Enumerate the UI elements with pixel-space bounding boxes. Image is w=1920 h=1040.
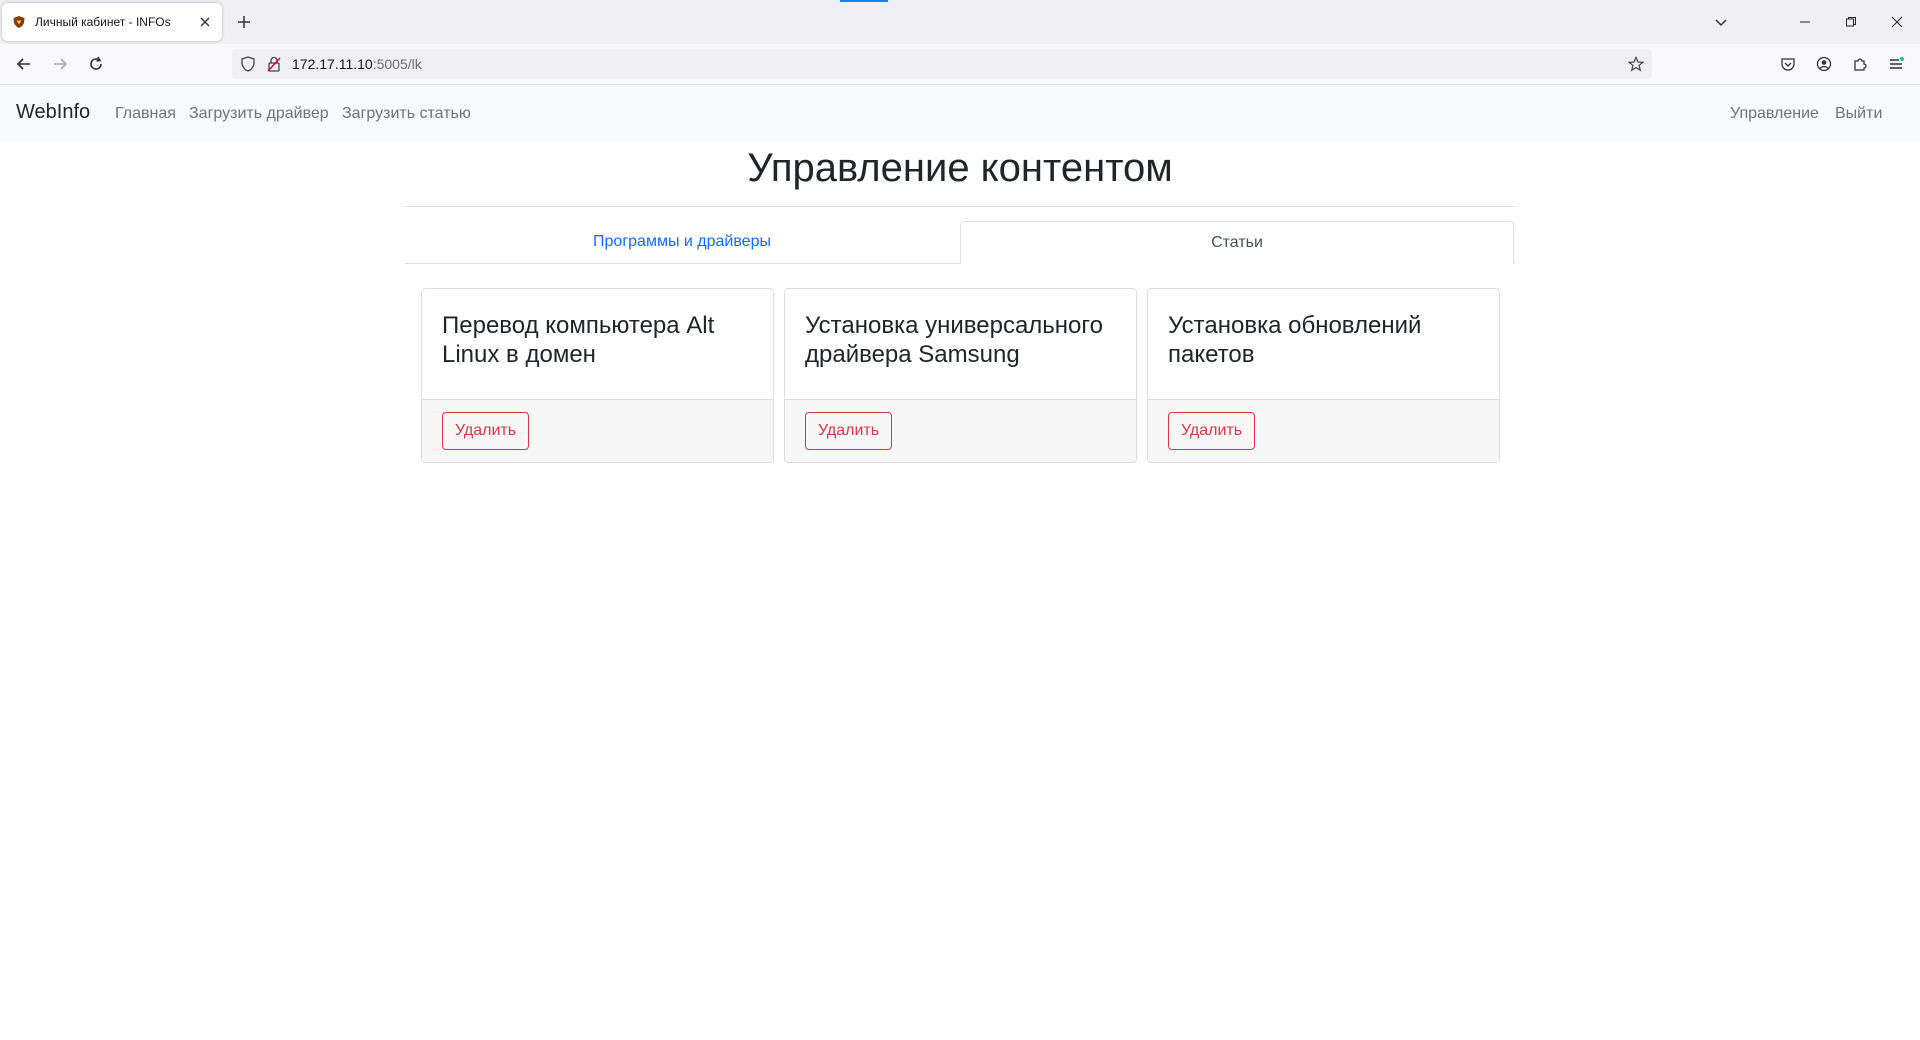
delete-button[interactable]: Удалить	[1168, 412, 1256, 450]
reload-icon[interactable]	[82, 50, 110, 78]
nav-logout-link[interactable]: Выйти	[1835, 105, 1882, 123]
article-card: Установка обновлений пакетов Удалить	[1147, 288, 1500, 463]
page-title: Управление контентом	[405, 140, 1515, 207]
browser-tab[interactable]: Личный кабинет - INFOs	[2, 3, 222, 41]
tracking-shield-icon[interactable]	[238, 54, 258, 74]
shield-favicon-icon	[11, 14, 27, 30]
nav-upload-article-link[interactable]: Загрузить статью	[342, 105, 471, 123]
restore-icon[interactable]	[1828, 6, 1874, 38]
address-bar[interactable]: 172.17.11.10:5005/lk	[232, 49, 1652, 79]
url-path: :5005/lk	[372, 56, 422, 72]
article-card-footer: Удалить	[1148, 399, 1499, 462]
brand-logo[interactable]: WebInfo	[16, 101, 90, 124]
nav-home-link[interactable]: Главная	[115, 105, 176, 123]
url-host: 172.17.11.10	[292, 56, 373, 72]
close-window-icon[interactable]	[1874, 6, 1920, 38]
extensions-puzzle-icon[interactable]	[1846, 50, 1874, 78]
account-icon[interactable]	[1810, 50, 1838, 78]
forward-arrow-icon[interactable]	[46, 50, 74, 78]
new-tab-icon[interactable]	[230, 8, 258, 36]
url-text: 172.17.11.10:5005/lk	[292, 56, 422, 72]
delete-button[interactable]: Удалить	[442, 412, 530, 450]
nav-upload-driver-link[interactable]: Загрузить драйвер	[189, 105, 329, 123]
article-card-footer: Удалить	[422, 399, 773, 462]
article-card-footer: Удалить	[785, 399, 1136, 462]
site-navbar: WebInfo Главная Загрузить драйвер Загруз…	[0, 85, 1920, 141]
tab-title: Личный кабинет - INFOs	[35, 15, 171, 29]
article-card-title: Перевод компьютера Alt Linux в домен	[442, 312, 715, 368]
article-card: Перевод компьютера Alt Linux в домен Уда…	[421, 288, 774, 463]
delete-button[interactable]: Удалить	[805, 412, 893, 450]
close-tab-icon[interactable]	[194, 11, 216, 33]
browser-toolbar: 172.17.11.10:5005/lk	[0, 44, 1920, 85]
content-tabs: Программы и драйверы Статьи	[405, 221, 1515, 264]
article-card-title: Установка универсального драйвера Samsun…	[805, 312, 1103, 368]
insecure-lock-icon[interactable]	[264, 54, 284, 74]
back-arrow-icon[interactable]	[10, 50, 38, 78]
browser-tab-bar: Личный кабинет - INFOs	[0, 0, 1920, 44]
pocket-icon[interactable]	[1774, 50, 1802, 78]
article-card: Установка универсального драйвера Samsun…	[784, 288, 1137, 463]
list-tabs-chevron-icon[interactable]	[1698, 6, 1744, 38]
tab-articles[interactable]: Статьи	[960, 221, 1514, 264]
app-menu-icon[interactable]	[1882, 50, 1910, 78]
nav-manage-link[interactable]: Управление	[1730, 105, 1819, 123]
tab-programs-drivers[interactable]: Программы и драйверы	[405, 221, 959, 263]
minimize-icon[interactable]	[1782, 6, 1828, 38]
article-card-title: Установка обновлений пакетов	[1168, 312, 1422, 368]
loading-indicator	[840, 0, 888, 2]
bookmark-star-icon[interactable]	[1626, 54, 1646, 74]
